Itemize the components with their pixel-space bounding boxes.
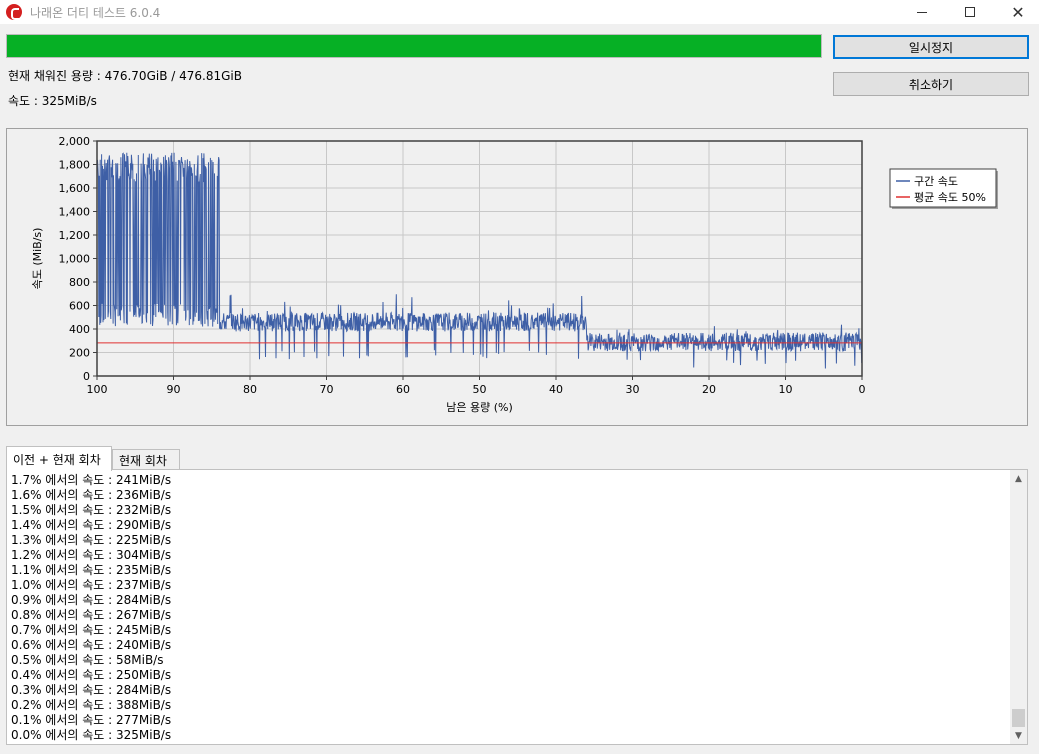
y-axis-label: 속도 (MiB/s) xyxy=(31,228,44,290)
log-line: 1.4% 에서의 속도 : 290MiB/s xyxy=(11,518,172,532)
log-line: 1.2% 에서의 속도 : 304MiB/s xyxy=(11,548,172,562)
y-tick-label: 1,000 xyxy=(59,253,91,266)
y-tick-label: 400 xyxy=(69,323,90,336)
log-line: 1.1% 에서의 속도 : 235MiB/s xyxy=(11,563,172,577)
log-line: 0.1% 에서의 속도 : 277MiB/s xyxy=(11,713,172,727)
log-scrollbar[interactable]: ▲ ▼ xyxy=(1010,470,1027,744)
chart-panel: 0 200 400 600 800 1,000 1,200 1,400 1,600 1,800 2,… xyxy=(6,128,1028,426)
log-line: 1.6% 에서의 속도 : 236MiB/s xyxy=(11,488,172,502)
scroll-up-icon[interactable]: ▲ xyxy=(1010,470,1027,487)
x-tick-label: 30 xyxy=(626,383,640,396)
y-tick-label: 0 xyxy=(83,370,90,383)
log-panel: 1.7% 에서의 속도 : 241MiB/s 1.6% 에서의 속도 : 236M… xyxy=(6,469,1028,745)
tab-current-round[interactable]: 현재 회차 xyxy=(112,449,180,470)
log-line: 0.9% 에서의 속도 : 284MiB/s xyxy=(11,593,172,607)
legend-label: 평균 속도 50% xyxy=(914,191,986,204)
cancel-button[interactable]: 취소하기 xyxy=(833,72,1029,96)
scroll-thumb[interactable] xyxy=(1012,709,1025,727)
speed-text: 속도 : 325MiB/s xyxy=(8,94,97,108)
x-tick-label: 80 xyxy=(243,383,257,396)
x-tick-label: 0 xyxy=(859,383,866,396)
x-tick-label: 40 xyxy=(549,383,563,396)
tab-all-rounds[interactable]: 이전 + 현재 회차 xyxy=(6,446,112,471)
title-bar: 나래온 더티 테스트 6.0.4 ✕ xyxy=(0,0,1039,24)
maximize-icon xyxy=(965,7,975,17)
log-line: 1.5% 에서의 속도 : 232MiB/s xyxy=(11,503,172,517)
x-axis-label: 남은 용량 (%) xyxy=(446,401,513,414)
x-tick-label: 60 xyxy=(396,383,410,396)
speed-chart: 02004006008001,0001,2001,4001,6001,8002,… xyxy=(31,135,998,414)
log-line: 0.2% 에서의 속도 : 388MiB/s xyxy=(11,698,172,712)
y-tick-label: 1,200 xyxy=(59,229,91,242)
y-tick-label: 800 xyxy=(69,276,90,289)
log-line: 0.8% 에서의 속도 : 267MiB/s xyxy=(11,608,172,622)
y-tick-label: 1,800 xyxy=(59,159,91,172)
y-tick-label: 600 xyxy=(69,300,90,313)
log-line: 1.3% 에서의 속도 : 225MiB/s xyxy=(11,533,172,547)
minimize-icon xyxy=(917,11,927,13)
minimize-button[interactable] xyxy=(899,0,945,24)
log-line: 0.5% 에서의 속도 : 58MiB/s xyxy=(11,653,164,667)
y-tick-label: 1,600 xyxy=(59,182,91,195)
scroll-down-icon[interactable]: ▼ xyxy=(1010,727,1027,744)
maximize-button[interactable] xyxy=(947,0,993,24)
log-line: 0.3% 에서의 속도 : 284MiB/s xyxy=(11,683,172,697)
x-tick-label: 10 xyxy=(779,383,793,396)
log-line: 0.4% 에서의 속도 : 250MiB/s xyxy=(11,668,172,682)
x-tick-label: 100 xyxy=(87,383,108,396)
log-line: 0.6% 에서의 속도 : 240MiB/s xyxy=(11,638,172,652)
log-line: 1.7% 에서의 속도 : 241MiB/s xyxy=(11,473,172,487)
log-line: 0.0% 에서의 속도 : 325MiB/s xyxy=(11,728,172,742)
y-tick-label: 1,400 xyxy=(59,206,91,219)
app-logo-icon xyxy=(6,4,22,20)
y-tick-label: 2,000 xyxy=(59,135,91,148)
log-list: 1.7% 에서의 속도 : 241MiB/s 1.6% 에서의 속도 : 236M… xyxy=(11,473,171,743)
pause-button[interactable]: 일시정지 xyxy=(833,35,1029,59)
capacity-text: 현재 채워진 용량 : 476.70GiB / 476.81GiB xyxy=(8,69,242,83)
progress-bar xyxy=(6,34,822,58)
y-tick-label: 200 xyxy=(69,347,90,360)
close-icon: ✕ xyxy=(1011,2,1025,22)
legend-label: 구간 속도 xyxy=(914,175,958,188)
window-title: 나래온 더티 테스트 6.0.4 xyxy=(30,6,161,20)
log-line: 1.0% 에서의 속도 : 237MiB/s xyxy=(11,578,172,592)
x-tick-label: 20 xyxy=(702,383,716,396)
progress-fill xyxy=(7,35,821,57)
close-button[interactable]: ✕ xyxy=(995,0,1039,24)
x-tick-label: 90 xyxy=(167,383,181,396)
x-tick-label: 50 xyxy=(473,383,487,396)
log-line: 0.7% 에서의 속도 : 245MiB/s xyxy=(11,623,172,637)
x-tick-label: 70 xyxy=(320,383,334,396)
